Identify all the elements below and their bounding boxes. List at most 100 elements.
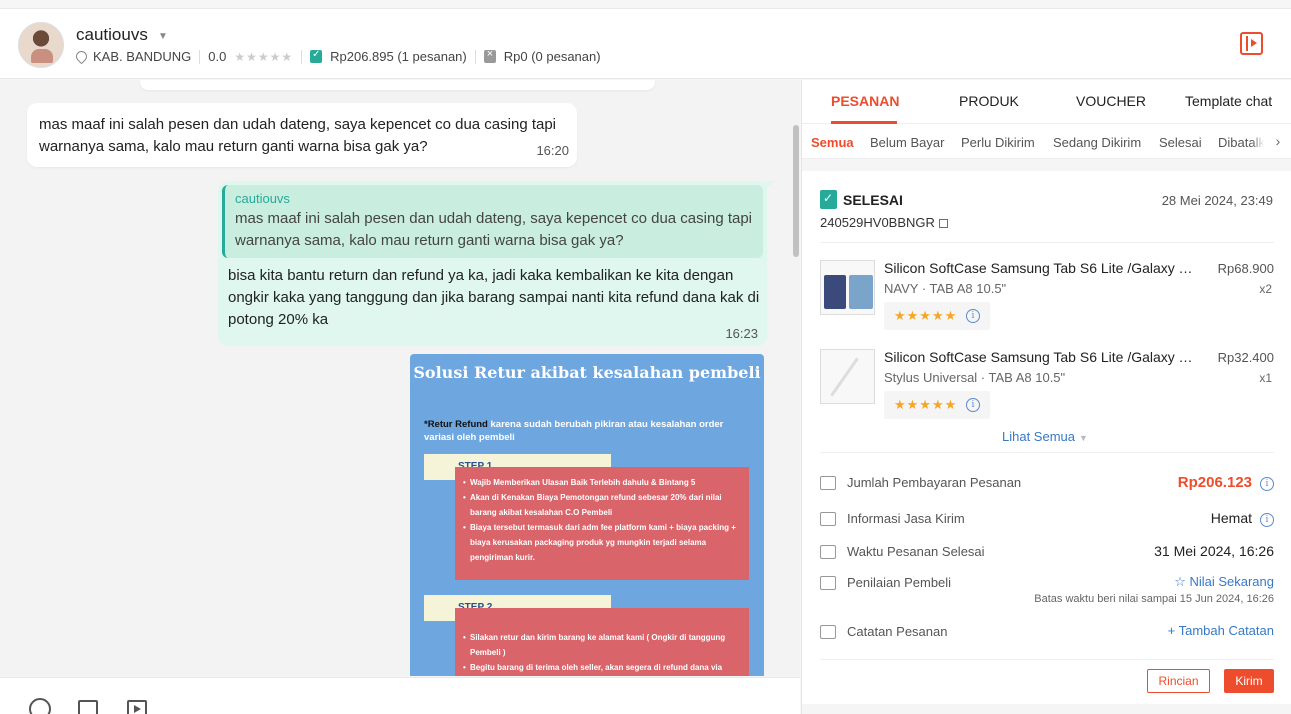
send-button[interactable]: Kirim [1224, 669, 1274, 693]
chat-header: cautiouvs ▼ KAB. BANDUNG 0.0 ★★★★★ Rp206… [0, 8, 1291, 79]
divider [474, 49, 476, 64]
outgoing-message: cautiouvs mas maaf ini salah pesen dan u… [218, 181, 775, 346]
product-rating: ★★★★★ i [884, 302, 990, 330]
tab-produk[interactable]: PRODUK [959, 93, 1019, 109]
completion-time-value: 31 Mei 2024, 16:26 [1154, 543, 1274, 559]
video-upload-icon[interactable] [127, 700, 147, 714]
filter-semua[interactable]: Semua [811, 135, 854, 150]
info-icon[interactable]: i [966, 398, 980, 412]
info-icon[interactable]: i [1260, 477, 1274, 491]
chat-composer [0, 677, 800, 714]
username[interactable]: cautiouvs [76, 25, 148, 45]
completion-time-row: Waktu Pesanan Selesai 31 Mei 2024, 16:26 [820, 542, 1274, 562]
order-status-label: SELESAI [843, 191, 903, 208]
divider [199, 49, 201, 64]
info-icon[interactable]: i [1260, 513, 1274, 527]
info-icon[interactable]: i [966, 309, 980, 323]
image-title: Solusi Retur akibat kesalahan pembeli [413, 363, 761, 382]
quoted-message[interactable]: cautiouvs mas maaf ini salah pesen dan u… [222, 185, 763, 258]
chat-scrollbar[interactable] [793, 125, 799, 257]
order-date: 28 Mei 2024, 23:49 [1161, 193, 1273, 208]
product-thumbnail[interactable] [820, 349, 875, 404]
panel-tabs: PESANAN PRODUK VOUCHER Template chat [802, 80, 1291, 124]
product-name[interactable]: Silicon SoftCase Samsung Tab S6 Lite /Ga… [884, 349, 1194, 365]
image-intro: *Retur Refund karena sudah berubah pikir… [424, 418, 754, 444]
filter-selesai[interactable]: Selesai [1159, 135, 1202, 150]
cancelled-orders-summary: Rp0 (0 pesanan) [503, 49, 601, 64]
shipping-label: Informasi Jasa Kirim [847, 511, 965, 526]
filter-sedang-dikirim[interactable]: Sedang Dikirim [1053, 135, 1141, 150]
collapse-panel-icon[interactable] [1240, 32, 1263, 55]
order-status-filters: Semua Belum Bayar Perlu Dikirim Sedang D… [802, 125, 1291, 159]
payment-total-value: Rp206.123 [1177, 474, 1252, 491]
copy-icon[interactable] [938, 219, 948, 228]
image-upload-icon[interactable] [78, 700, 98, 714]
rate-now-link[interactable]: ☆ Nilai Sekarang [1174, 574, 1274, 590]
tab-pesanan[interactable]: PESANAN [831, 93, 899, 109]
product-price: Rp68.900 [1217, 261, 1274, 276]
order-note-label: Catatan Pesanan [847, 624, 948, 639]
add-note-link[interactable]: + Tambah Catatan [1168, 623, 1274, 638]
active-tab-indicator [831, 121, 897, 124]
product-qty: x2 [1259, 282, 1272, 296]
buyer-review-row: Penilaian Pembeli ☆ Nilai Sekarang Batas… [820, 573, 1274, 605]
section-spacer [802, 704, 1291, 714]
order-item[interactable]: Silicon SoftCase Samsung Tab S6 Lite /Ga… [820, 349, 1274, 429]
completed-order-icon [310, 49, 323, 63]
chat-messages[interactable]: mas maaf ini salah pesen dan udah dateng… [0, 80, 800, 676]
product-thumbnail[interactable] [820, 260, 875, 315]
tab-voucher[interactable]: VOUCHER [1076, 93, 1146, 109]
previous-message [140, 80, 655, 90]
completed-orders-summary: Rp206.895 (1 pesanan) [330, 49, 467, 64]
order-note-row: Catatan Pesanan + Tambah Catatan [820, 622, 1274, 642]
emoji-icon[interactable] [29, 698, 51, 714]
shipping-row: Informasi Jasa Kirim Hemat i [820, 509, 1274, 529]
payment-total-row: Jumlah Pembayaran Pesanan Rp206.123 i [820, 473, 1274, 493]
image-intro-bold: *Retur Refund [424, 419, 488, 430]
product-qty: x1 [1259, 371, 1272, 385]
step-2-item: Begitu barang di terima oleh seller, aka… [463, 660, 741, 676]
outgoing-message-time: 16:23 [725, 326, 758, 341]
order-id[interactable]: 240529HV0BBNGR [820, 215, 948, 230]
order-panel: PESANAN PRODUK VOUCHER Template chat Sem… [801, 80, 1291, 714]
see-all-link[interactable]: Lihat Semua ▼ [1002, 429, 1088, 444]
star-rating-icon: ★★★★★ [894, 397, 958, 412]
image-message[interactable]: Solusi Retur akibat kesalahan pembeli *R… [410, 354, 764, 676]
product-variant: NAVY · TAB A8 10.5" [884, 281, 1007, 296]
review-deadline: Batas waktu beri nilai sampai 15 Jun 202… [1034, 593, 1274, 605]
order-item[interactable]: Silicon SoftCase Samsung Tab S6 Lite /Ga… [820, 260, 1274, 340]
product-name[interactable]: Silicon SoftCase Samsung Tab S6 Lite /Ga… [884, 260, 1194, 276]
rating-stars-icon: ★★★★★ [234, 49, 294, 64]
tab-template-chat[interactable]: Template chat [1185, 93, 1272, 109]
user-rating-value: 0.0 [208, 49, 227, 64]
user-meta: KAB. BANDUNG 0.0 ★★★★★ Rp206.895 (1 pesa… [76, 48, 601, 64]
step-1-item: Wajib Memberikan Ulasan Baik Terlebih da… [463, 475, 741, 490]
details-button[interactable]: Rincian [1147, 669, 1210, 693]
cancelled-order-icon [483, 48, 496, 63]
user-location: KAB. BANDUNG [93, 49, 192, 64]
user-avatar[interactable] [18, 22, 64, 68]
step-1-box: Wajib Memberikan Ulasan Baik Terlebih da… [455, 467, 749, 580]
chevron-right-icon[interactable]: › [1264, 125, 1291, 158]
truck-icon [820, 512, 836, 526]
order-complete-icon [820, 190, 837, 209]
filter-perlu-dikirim[interactable]: Perlu Dikirim [961, 135, 1035, 150]
step-2-box: Silakan retur dan kirim barang ke alamat… [455, 608, 749, 676]
product-rating: ★★★★★ i [884, 391, 990, 419]
divider [301, 49, 303, 64]
step-2-item: Silakan retur dan kirim barang ke alamat… [463, 630, 741, 660]
incoming-message-text: mas maaf ini salah pesen dan udah dateng… [39, 116, 557, 155]
completion-time-label: Waktu Pesanan Selesai [847, 544, 985, 559]
product-price: Rp32.400 [1217, 350, 1274, 365]
filter-belum-bayar[interactable]: Belum Bayar [870, 135, 944, 150]
payment-icon [820, 476, 836, 490]
chevron-down-icon[interactable]: ▼ [158, 31, 168, 42]
see-all-label: Lihat Semua [1002, 429, 1075, 444]
divider [820, 242, 1274, 243]
divider [820, 659, 1274, 660]
order-status: SELESAI [820, 190, 903, 209]
shipping-value: Hemat [1210, 510, 1252, 526]
quoted-text: mas maaf ini salah pesen dan udah dateng… [235, 210, 753, 249]
note-icon [820, 625, 836, 639]
chevron-down-icon: ▼ [1079, 433, 1088, 443]
